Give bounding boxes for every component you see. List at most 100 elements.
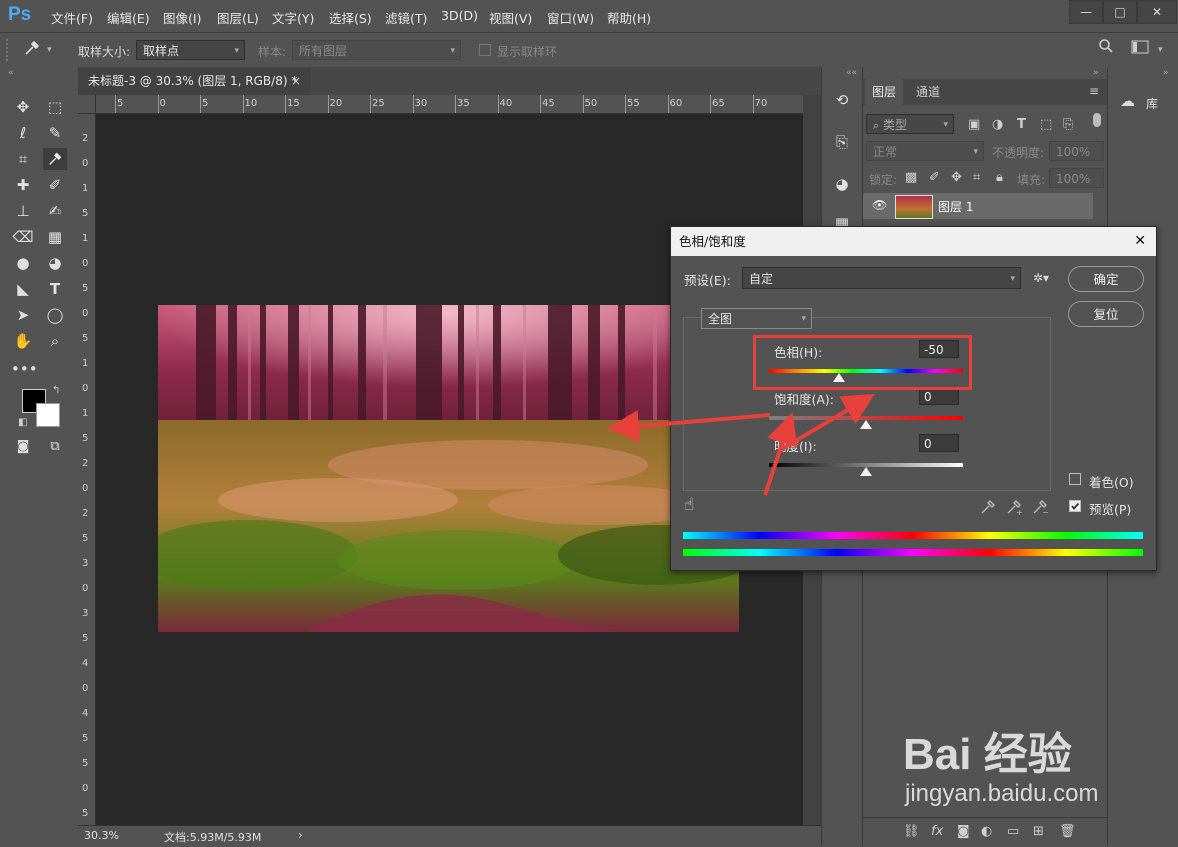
path-select-icon[interactable]: ➤ — [11, 304, 35, 326]
lock-image-icon[interactable]: ✐ — [929, 170, 940, 185]
dodge-tool-icon[interactable]: ◕ — [43, 252, 67, 274]
opacity-field[interactable]: 100% — [1049, 141, 1104, 161]
hand-tool-icon[interactable]: ✋ — [11, 330, 35, 352]
eyedropper-sample-icon[interactable] — [979, 498, 997, 519]
preset-select[interactable]: 自定 ▾ — [742, 267, 1021, 289]
filter-toggle[interactable] — [1093, 113, 1101, 127]
tab-layers[interactable]: 图层 — [865, 79, 903, 105]
healing-brush-icon[interactable]: ✚ — [11, 174, 35, 196]
fx-icon[interactable]: fx — [931, 824, 943, 839]
add-mask-icon[interactable]: ◙ — [957, 824, 970, 839]
search-icon[interactable] — [1094, 38, 1118, 60]
maximize-button[interactable]: □ — [1103, 0, 1137, 24]
menu-filter[interactable]: 滤镜(T) — [385, 8, 427, 27]
lock-position-icon[interactable]: ✥ — [951, 170, 962, 185]
background-color-swatch[interactable] — [36, 403, 60, 427]
stamp-tool-icon[interactable]: ⊥ — [11, 200, 35, 222]
filter-pixel-icon[interactable]: ▣ — [968, 117, 980, 132]
menu-type[interactable]: 文字(Y) — [272, 8, 314, 27]
type-tool-icon[interactable]: T — [43, 278, 67, 300]
lock-artboard-icon[interactable]: ⌗ — [973, 170, 980, 185]
collapse-layers-icon[interactable]: » — [1093, 68, 1099, 78]
sample-size-select[interactable]: 取样点 ▾ — [136, 40, 245, 60]
dialog-titlebar[interactable]: 色相/饱和度 ✕ — [671, 227, 1156, 256]
menu-select[interactable]: 选择(S) — [329, 8, 372, 27]
lock-transparent-icon[interactable]: ▩ — [905, 170, 917, 185]
dialog-close-icon[interactable]: ✕ — [1134, 227, 1146, 256]
lasso-tool-icon[interactable]: ℓ — [11, 122, 35, 144]
fill-field[interactable]: 100% — [1049, 168, 1104, 188]
grip-handle[interactable] — [6, 39, 14, 61]
marquee-tool-icon[interactable]: ⬚ — [43, 96, 67, 118]
color-panel-icon[interactable]: ◕ — [830, 173, 854, 195]
reset-button[interactable]: 复位 — [1068, 301, 1144, 327]
status-menu-arrow-icon[interactable]: › — [298, 828, 303, 842]
menu-window[interactable]: 窗口(W) — [547, 8, 594, 27]
delete-layer-icon[interactable]: 🗑︎ — [1059, 824, 1076, 839]
eyedropper-tool-icon[interactable] — [43, 148, 67, 170]
filter-adjustment-icon[interactable]: ◑ — [992, 117, 1003, 132]
preview-checkbox[interactable] — [1069, 500, 1081, 512]
pen-tool-icon[interactable]: ◣ — [11, 278, 35, 300]
screen-mode-icon[interactable]: ⧉ — [43, 436, 67, 458]
tab-channels[interactable]: 通道 — [909, 79, 947, 105]
panel-menu-icon[interactable]: ≡ — [1089, 84, 1099, 98]
move-tool-icon[interactable]: ✥ — [11, 96, 35, 118]
channel-select[interactable]: 全图 ▾ — [701, 308, 812, 329]
crop-tool-icon[interactable]: ⌗ — [11, 148, 35, 170]
ellipse-tool-icon[interactable]: ◯ — [43, 304, 67, 326]
swap-colors-icon[interactable]: ↰ — [52, 385, 60, 396]
link-layers-icon[interactable]: ⛓ — [903, 824, 920, 839]
eyedropper-icon[interactable] — [20, 39, 44, 61]
creative-cloud-icon[interactable]: ☁ — [1120, 92, 1135, 110]
properties-panel-icon[interactable]: ⎘ — [830, 131, 854, 153]
menu-file[interactable]: 文件(F) — [51, 8, 93, 27]
lightness-input[interactable]: 0 — [919, 434, 959, 452]
new-layer-icon[interactable]: ⊞ — [1033, 824, 1044, 839]
menu-image[interactable]: 图像(I) — [163, 8, 201, 27]
ok-button[interactable]: 确定 — [1068, 266, 1144, 292]
eyedropper-subtract-icon[interactable]: − — [1031, 498, 1049, 519]
document-tab[interactable]: 未标题-3 @ 30.3% (图层 1, RGB/8) * × — [78, 68, 311, 95]
colorize-checkbox[interactable] — [1069, 473, 1081, 485]
menu-view[interactable]: 视图(V) — [489, 8, 532, 27]
brush-tool-icon[interactable]: ✐ — [43, 174, 67, 196]
adjustment-layer-icon[interactable]: ◐ — [981, 824, 992, 839]
sample-select[interactable]: 所有图层 ▾ — [292, 40, 461, 60]
default-colors-icon[interactable]: ◧ — [18, 417, 27, 428]
quick-select-tool-icon[interactable]: ✎ — [43, 122, 67, 144]
filter-smart-icon[interactable]: ⎘ — [1063, 117, 1073, 132]
minimize-button[interactable]: — — [1069, 0, 1103, 24]
collapse-library-icon[interactable]: » — [1163, 68, 1169, 78]
library-label[interactable]: 库 — [1146, 95, 1158, 112]
workspace-icon[interactable] — [1128, 38, 1152, 60]
zoom-level[interactable]: 30.3% — [84, 829, 119, 842]
menu-edit[interactable]: 编辑(E) — [107, 8, 150, 27]
lock-all-icon[interactable]: 🔒︎ — [996, 170, 1003, 185]
layer-row[interactable]: 👁︎ 图层 1 — [863, 193, 1093, 219]
zoom-tool-icon[interactable]: ⌕ — [43, 330, 67, 352]
visibility-eye-icon[interactable]: 👁︎ — [872, 198, 887, 212]
filter-shape-icon[interactable]: ⬚ — [1040, 117, 1052, 132]
preset-options-icon[interactable]: ✲▾ — [1033, 271, 1049, 285]
ruler-corner[interactable] — [78, 95, 96, 114]
gradient-tool-icon[interactable]: ▦ — [43, 226, 67, 248]
menu-layer[interactable]: 图层(L) — [217, 8, 259, 27]
more-tools-icon[interactable]: ••• — [11, 358, 38, 380]
blend-mode-select[interactable]: 正常 ▾ — [866, 141, 984, 161]
layer-name[interactable]: 图层 1 — [938, 198, 973, 215]
filter-type-icon[interactable]: T — [1017, 117, 1026, 132]
workspace-chevron-icon[interactable]: ▾ — [1158, 45, 1163, 55]
quick-mask-icon[interactable]: ◙ — [11, 436, 35, 458]
show-ring-checkbox[interactable] — [479, 44, 491, 56]
collapse-toolbar-icon[interactable]: « — [8, 68, 14, 78]
collapse-strip-icon[interactable]: «« — [846, 68, 857, 78]
history-brush-icon[interactable]: ✍ — [43, 200, 67, 222]
close-tab-icon[interactable]: × — [291, 68, 301, 95]
new-group-icon[interactable]: ▭ — [1007, 824, 1019, 839]
menu-3d[interactable]: 3D(D) — [441, 8, 478, 23]
close-window-button[interactable]: ✕ — [1137, 0, 1177, 24]
eyedropper-add-icon[interactable]: + — [1005, 498, 1023, 519]
layer-filter-select[interactable]: ⌕ 类型 ▾ — [866, 114, 954, 134]
eraser-tool-icon[interactable]: ⌫ — [11, 226, 35, 248]
